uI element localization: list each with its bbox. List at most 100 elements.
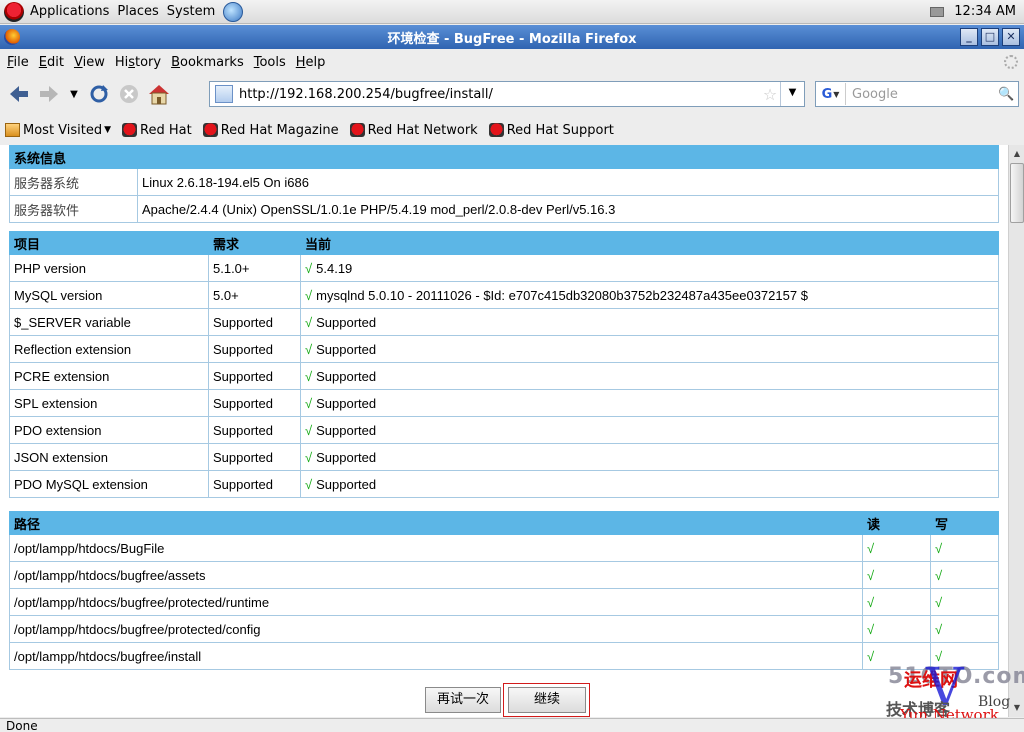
requirement-current: √ Supported	[300, 470, 999, 498]
web-browser-launcher-icon[interactable]	[223, 1, 244, 22]
requirement-current-value: 5.4.19	[316, 260, 353, 276]
menu-tools[interactable]: Tools	[249, 55, 291, 70]
menu-edit-label: dit	[47, 54, 64, 70]
url-text[interactable]: http://192.168.200.254/bugfree/install/	[239, 87, 760, 102]
bookmark-label: Red Hat Network	[367, 122, 478, 138]
window-titlebar[interactable]: 环境检查 - BugFree - Mozilla Firefox _ □ ✕	[0, 25, 1024, 49]
requirement-item: PDO extension	[9, 416, 209, 444]
redhat-icon	[202, 123, 218, 137]
table-row: PCRE extension Supported √ Supported	[9, 362, 999, 390]
path-write-status: √	[930, 534, 999, 562]
requirement-current: √ Supported	[300, 389, 999, 417]
menu-bookmarks-accel: B	[171, 54, 181, 70]
menu-bookmarks[interactable]: Bookmarks	[166, 55, 249, 70]
table-row: /opt/lampp/htdocs/bugfree/assets √ √	[9, 561, 999, 589]
requirement-current: √ Supported	[300, 416, 999, 444]
history-dropdown-button[interactable]: ▼	[64, 79, 84, 109]
clock[interactable]: 12:34 AM	[954, 4, 1016, 19]
menu-bar: File Edit View History Bookmarks Tools H…	[0, 50, 1024, 74]
back-button[interactable]	[4, 79, 34, 109]
close-button[interactable]: ✕	[1002, 28, 1020, 46]
bookmark-red-hat[interactable]: Red Hat	[122, 123, 192, 138]
scroll-down-arrow-icon[interactable]: ▼	[1010, 701, 1024, 715]
menu-help-label: elp	[305, 54, 326, 70]
chevron-down-icon: ▼	[104, 125, 112, 135]
bookmark-red-hat-magazine[interactable]: Red Hat Magazine	[202, 123, 339, 138]
menu-edit[interactable]: Edit	[34, 55, 69, 70]
requirement-needed: 5.1.0+	[208, 254, 301, 282]
path-write-status: √	[930, 561, 999, 589]
menu-file-label: ile	[13, 54, 29, 70]
check-icon: √	[305, 314, 313, 330]
paths-table: 路径 读 写 /opt/lampp/htdocs/BugFile √ √/opt/l…	[9, 511, 999, 670]
check-icon: √	[305, 287, 313, 303]
minimize-button[interactable]: _	[960, 28, 978, 46]
menu-view-accel: V	[73, 54, 83, 70]
requirement-current-value: mysqlnd 5.0.10 - 20111026 - $Id: e707c41…	[316, 287, 808, 303]
search-icon[interactable]: 🔍	[998, 87, 1018, 102]
continue-button[interactable]: 继续	[508, 687, 586, 713]
table-row: PDO MySQL extension Supported √ Supported	[9, 470, 999, 498]
menu-view[interactable]: View	[69, 55, 110, 70]
requirement-item: SPL extension	[9, 389, 209, 417]
back-arrow-icon	[10, 86, 28, 102]
table-row: Reflection extension Supported √ Supported	[9, 335, 999, 363]
path-write-status: √	[930, 588, 999, 616]
check-icon: √	[305, 449, 313, 465]
bookmark-red-hat-network[interactable]: Red Hat Network	[349, 122, 478, 138]
requirement-current-value: Supported	[316, 449, 377, 465]
scrollbar-thumb[interactable]	[1010, 163, 1024, 223]
search-input[interactable]: Google	[846, 87, 998, 102]
address-bar[interactable]: http://192.168.200.254/bugfree/install/ …	[209, 81, 805, 107]
requirement-needed: Supported	[208, 416, 301, 444]
navigation-toolbar: ▼ http://192.168.200.254/bugfree/install…	[0, 75, 1024, 113]
column-header-path: 路径	[9, 511, 863, 535]
table-row: PDO extension Supported √ Supported	[9, 416, 999, 444]
requirement-current-value: Supported	[316, 422, 377, 438]
places-menu[interactable]: Places	[113, 0, 162, 24]
search-engine-selector[interactable]: G ▼	[816, 83, 846, 105]
menu-help[interactable]: Help	[291, 55, 331, 70]
path-write-status: √	[930, 642, 999, 670]
scroll-up-arrow-icon[interactable]: ▲	[1010, 147, 1024, 161]
check-icon: √	[305, 422, 313, 438]
sysinfo-value: Linux 2.6.18-194.el5 On i686	[137, 168, 999, 196]
throbber-icon	[1004, 55, 1018, 69]
requirement-needed: Supported	[208, 335, 301, 363]
requirement-current: √ Supported	[300, 362, 999, 390]
places-label: Places	[117, 4, 159, 19]
path-value: /opt/lampp/htdocs/bugfree/install	[9, 642, 863, 670]
requirement-needed: Supported	[208, 443, 301, 471]
requirement-current: √ 5.4.19	[300, 254, 999, 282]
column-header-current: 当前	[300, 231, 999, 255]
maximize-button[interactable]: □	[981, 28, 999, 46]
stop-button[interactable]	[114, 79, 144, 109]
search-bar[interactable]: G ▼ Google 🔍	[815, 81, 1019, 107]
table-row: 服务器软件 Apache/2.4.4 (Unix) OpenSSL/1.0.1e…	[9, 195, 999, 223]
menu-help-accel: H	[295, 54, 306, 70]
system-menu[interactable]: System	[163, 0, 219, 24]
menu-file[interactable]: File	[2, 55, 34, 70]
retry-button[interactable]: 再试一次	[425, 687, 501, 713]
applications-menu[interactable]: Applications	[0, 0, 113, 24]
table-row: PHP version 5.1.0+ √ 5.4.19	[9, 254, 999, 282]
requirement-current-value: Supported	[316, 395, 377, 411]
bookmark-label: Red Hat Support	[506, 122, 614, 138]
table-row: /opt/lampp/htdocs/bugfree/protected/conf…	[9, 615, 999, 643]
requirement-item: JSON extension	[9, 443, 209, 471]
sysinfo-value: Apache/2.4.4 (Unix) OpenSSL/1.0.1e PHP/5…	[137, 195, 999, 223]
vertical-scrollbar[interactable]: ▲ ▼	[1008, 145, 1024, 717]
check-icon: √	[867, 648, 875, 664]
path-write-status: √	[930, 615, 999, 643]
bookmark-most-visited[interactable]: Most Visited ▼	[5, 123, 111, 138]
bookmark-star-icon[interactable]: ☆	[760, 85, 780, 104]
url-dropdown-button[interactable]: ▼	[780, 82, 804, 106]
home-button[interactable]	[144, 79, 174, 109]
check-icon: √	[305, 341, 313, 357]
bookmark-red-hat-support[interactable]: Red Hat Support	[488, 122, 614, 138]
most-visited-icon	[5, 123, 20, 137]
menu-history[interactable]: History	[110, 55, 166, 70]
network-status-icon[interactable]	[930, 6, 945, 17]
forward-button[interactable]	[34, 79, 64, 109]
reload-button[interactable]	[84, 79, 114, 109]
